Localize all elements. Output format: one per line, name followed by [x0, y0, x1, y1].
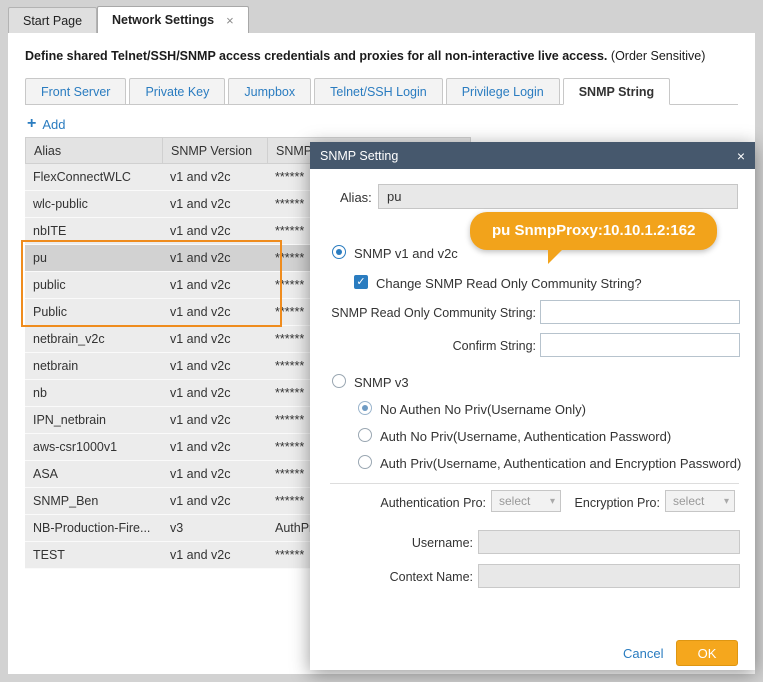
cell-alias: pu	[25, 245, 162, 271]
v3-auth-priv-radio[interactable]	[358, 455, 372, 469]
column-header-alias[interactable]: Alias	[26, 138, 163, 163]
dialog-title: SNMP Setting	[320, 149, 398, 163]
tab-network-settings-label: Network Settings	[112, 13, 214, 27]
authentication-pro-value: select	[499, 494, 530, 508]
tab-jumpbox[interactable]: Jumpbox	[228, 78, 311, 105]
cell-snmp-version: v1 and v2c	[162, 488, 267, 514]
cell-snmp-version: v1 and v2c	[162, 434, 267, 460]
cell-alias: IPN_netbrain	[25, 407, 162, 433]
tab-snmp-string[interactable]: SNMP String	[563, 78, 670, 105]
context-name-input[interactable]	[478, 564, 740, 588]
cell-snmp-version: v1 and v2c	[162, 353, 267, 379]
snmp-v1v2-label: SNMP v1 and v2c	[354, 246, 458, 261]
tab-start-page-label: Start Page	[23, 14, 82, 28]
tooltip-tail	[548, 248, 564, 264]
cell-alias: FlexConnectWLC	[25, 164, 162, 190]
cell-alias: netbrain	[25, 353, 162, 379]
snmp-proxy-tooltip: pu SnmpProxy:10.10.1.2:162	[470, 212, 717, 250]
dialog-header: SNMP Setting ×	[310, 142, 755, 169]
alias-label: Alias:	[340, 190, 372, 205]
close-tab-icon[interactable]: ×	[226, 13, 234, 28]
cell-alias: nbITE	[25, 218, 162, 244]
snmp-v1v2-radio[interactable]	[332, 245, 346, 259]
ok-button[interactable]: OK	[676, 640, 738, 666]
chevron-down-icon: ▾	[550, 496, 555, 507]
authentication-pro-select[interactable]: select ▾	[491, 490, 561, 512]
snmp-setting-dialog: SNMP Setting × Alias: SNMP v1 and v2c pu…	[310, 142, 755, 670]
cell-alias: wlc-public	[25, 191, 162, 217]
order-sensitive-note: (Order Sensitive)	[611, 49, 705, 63]
cell-snmp-version: v3	[162, 515, 267, 541]
tab-front-server[interactable]: Front Server	[25, 78, 126, 105]
authentication-pro-label: Authentication Pro:	[348, 496, 486, 510]
cancel-button[interactable]: Cancel	[623, 646, 663, 661]
tab-private-key[interactable]: Private Key	[129, 78, 225, 105]
tab-telnet-ssh-login[interactable]: Telnet/SSH Login	[314, 78, 443, 105]
username-input[interactable]	[478, 530, 740, 554]
change-community-string-checkbox[interactable]: ✓	[354, 275, 368, 289]
cell-alias: aws-csr1000v1	[25, 434, 162, 460]
cell-alias: ASA	[25, 461, 162, 487]
cell-snmp-version: v1 and v2c	[162, 542, 267, 568]
v3-no-authen-label: No Authen No Priv(Username Only)	[380, 402, 586, 417]
checkmark-icon: ✓	[356, 276, 365, 288]
chevron-down-icon: ▾	[724, 496, 729, 507]
add-button[interactable]: + Add	[27, 115, 65, 133]
read-only-string-input[interactable]	[540, 300, 740, 324]
v3-auth-priv-label: Auth Priv(Username, Authentication and E…	[380, 456, 741, 471]
encryption-pro-value: select	[673, 494, 704, 508]
cell-alias: NB-Production-Fire...	[25, 515, 162, 541]
tab-network-settings[interactable]: Network Settings ×	[97, 6, 249, 33]
confirm-string-input[interactable]	[540, 333, 740, 357]
v3-auth-no-priv-radio[interactable]	[358, 428, 372, 442]
cell-alias: nb	[25, 380, 162, 406]
description-text: Define shared Telnet/SSH/SNMP access cre…	[25, 49, 607, 63]
cell-snmp-version: v1 and v2c	[162, 380, 267, 406]
cell-snmp-version: v1 and v2c	[162, 326, 267, 352]
cell-alias: Public	[25, 299, 162, 325]
settings-tab-bar: Front Server Private Key Jumpbox Telnet/…	[25, 77, 738, 105]
snmp-v3-radio[interactable]	[332, 374, 346, 388]
add-icon: +	[27, 115, 36, 133]
v3-no-authen-radio[interactable]	[358, 401, 372, 415]
cell-snmp-version: v1 and v2c	[162, 218, 267, 244]
cell-snmp-version: v1 and v2c	[162, 272, 267, 298]
read-only-string-label: SNMP Read Only Community String:	[328, 306, 536, 320]
add-button-label: Add	[42, 117, 65, 132]
tab-start-page[interactable]: Start Page	[8, 7, 97, 33]
cell-snmp-version: v1 and v2c	[162, 191, 267, 217]
alias-input[interactable]	[378, 184, 738, 209]
cell-snmp-version: v1 and v2c	[162, 407, 267, 433]
cell-snmp-version: v1 and v2c	[162, 245, 267, 271]
encryption-pro-label: Encryption Pro:	[568, 496, 660, 510]
cell-snmp-version: v1 and v2c	[162, 299, 267, 325]
cell-snmp-version: v1 and v2c	[162, 461, 267, 487]
cell-alias: public	[25, 272, 162, 298]
cell-alias: TEST	[25, 542, 162, 568]
section-divider	[330, 483, 739, 484]
tab-privilege-login[interactable]: Privilege Login	[446, 78, 560, 105]
snmp-v3-label: SNMP v3	[354, 375, 409, 390]
cell-alias: SNMP_Ben	[25, 488, 162, 514]
top-tab-bar: Start Page Network Settings ×	[0, 0, 763, 33]
v3-auth-no-priv-label: Auth No Priv(Username, Authentication Pa…	[380, 429, 671, 444]
dialog-close-icon[interactable]: ×	[737, 148, 745, 164]
cell-snmp-version: v1 and v2c	[162, 164, 267, 190]
snmp-proxy-tooltip-text: pu SnmpProxy:10.10.1.2:162	[492, 222, 695, 239]
context-name-label: Context Name:	[368, 570, 473, 584]
confirm-string-label: Confirm String:	[328, 339, 536, 353]
column-header-snmp-version[interactable]: SNMP Version	[163, 138, 268, 163]
cell-alias: netbrain_v2c	[25, 326, 162, 352]
encryption-pro-select[interactable]: select ▾	[665, 490, 735, 512]
page-description: Define shared Telnet/SSH/SNMP access cre…	[25, 49, 705, 63]
change-community-string-label: Change SNMP Read Only Community String?	[376, 276, 642, 291]
username-label: Username:	[368, 536, 473, 550]
